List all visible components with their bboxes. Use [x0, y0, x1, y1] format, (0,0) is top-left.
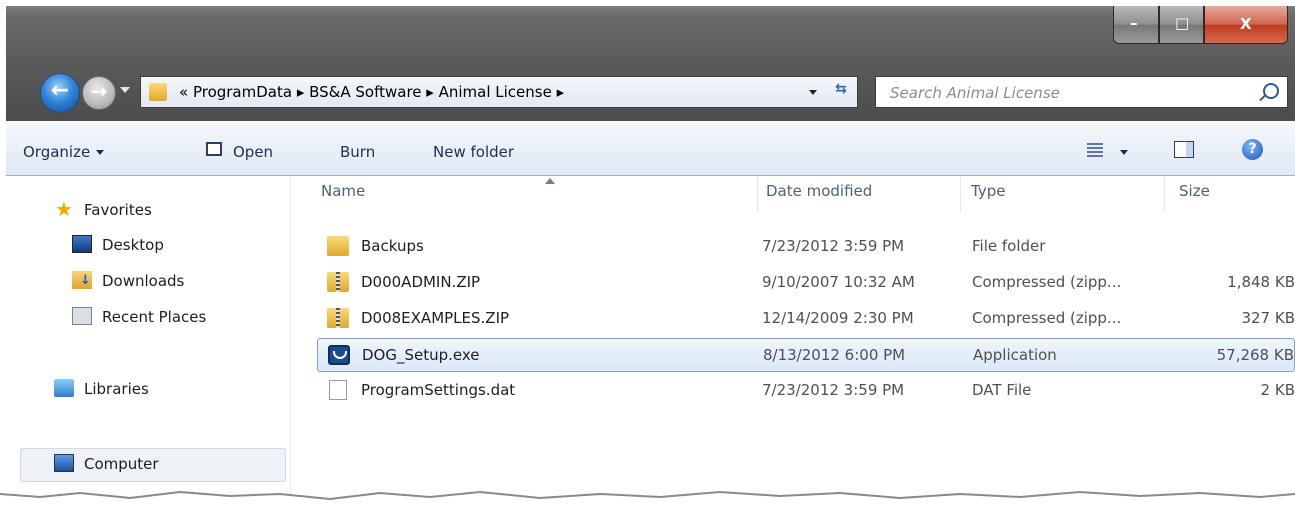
organize-button[interactable]: Organize — [23, 143, 105, 161]
address-bar[interactable]: « ProgramData ▸ BS&A Software ▸ Animal L… — [140, 76, 858, 108]
title-bar: – □ X ← → « ProgramData ▸ BS&A Software … — [6, 6, 1295, 121]
forward-button[interactable]: → — [82, 76, 116, 110]
search-input[interactable]: Search Animal License — [890, 84, 1060, 102]
file-date: 7/23/2012 3:59 PM — [762, 381, 905, 399]
sidebar-item-label: Libraries — [84, 380, 149, 398]
file-row-d008examples[interactable]: D008EXAMPLES.ZIP 12/14/2009 2:30 PM Comp… — [317, 302, 1295, 336]
file-name: DOG_Setup.exe — [362, 346, 480, 364]
recent-pages-dropdown-icon[interactable] — [120, 87, 130, 93]
sort-ascending-icon — [545, 178, 555, 184]
maximize-icon: □ — [1175, 14, 1190, 32]
burn-button[interactable]: Burn — [340, 143, 375, 161]
column-header-date-modified[interactable]: Date modified — [766, 182, 872, 212]
column-divider[interactable] — [960, 176, 961, 212]
back-arrow-icon: ← — [50, 78, 70, 103]
sidebar-item-label: Favorites — [84, 201, 152, 219]
file-row-dog-setup[interactable]: DOG_Setup.exe 8/13/2012 6:00 PM Applicat… — [317, 338, 1295, 372]
refresh-icon[interactable]: ⇆ — [829, 81, 853, 103]
organize-label: Organize — [23, 143, 91, 161]
file-size: 57,268 KB — [1216, 346, 1294, 364]
zip-folder-icon — [327, 272, 349, 292]
file-date: 12/14/2009 2:30 PM — [762, 309, 914, 327]
back-button[interactable]: ← — [40, 73, 80, 113]
file-date: 8/13/2012 6:00 PM — [763, 346, 906, 364]
recent-places-icon — [72, 307, 92, 325]
minimize-icon: – — [1130, 14, 1138, 32]
computer-icon — [54, 454, 74, 472]
file-date: 9/10/2007 10:32 AM — [762, 273, 915, 291]
file-name: Backups — [361, 237, 424, 255]
help-icon[interactable]: ? — [1242, 139, 1263, 160]
views-icon[interactable] — [1087, 143, 1103, 157]
close-button[interactable]: X — [1204, 6, 1288, 44]
column-divider[interactable] — [757, 176, 758, 212]
file-type: Application — [973, 346, 1057, 364]
file-size: 1,848 KB — [1227, 273, 1295, 291]
preview-pane-icon[interactable] — [1174, 141, 1194, 158]
desktop-icon — [72, 235, 92, 253]
file-row-programsettings[interactable]: ProgramSettings.dat 7/23/2012 3:59 PM DA… — [317, 374, 1295, 408]
minimize-button[interactable]: – — [1113, 6, 1159, 44]
file-size: 2 KB — [1260, 381, 1295, 399]
chevron-down-icon — [96, 150, 105, 155]
folder-icon — [327, 236, 349, 256]
file-name: D000ADMIN.ZIP — [361, 273, 481, 291]
file-name: D008EXAMPLES.ZIP — [361, 309, 510, 327]
file-type: Compressed (zipp... — [972, 309, 1122, 327]
zip-folder-icon — [327, 308, 349, 328]
star-icon: ★ — [55, 197, 73, 221]
folder-icon — [149, 83, 167, 101]
file-date: 7/23/2012 3:59 PM — [762, 237, 905, 255]
breadcrumb[interactable]: « ProgramData ▸ BS&A Software ▸ Animal L… — [179, 83, 564, 101]
column-header-type[interactable]: Type — [971, 182, 1005, 212]
forward-arrow-icon: → — [90, 79, 108, 103]
file-icon — [329, 380, 347, 400]
file-size: 327 KB — [1241, 309, 1295, 327]
search-box[interactable]: Search Animal License — [875, 76, 1288, 108]
file-name: ProgramSettings.dat — [361, 381, 516, 399]
maximize-button[interactable]: □ — [1159, 6, 1204, 44]
libraries-icon — [54, 379, 74, 397]
sidebar-item-label: Downloads — [102, 272, 185, 290]
column-header-name[interactable]: Name — [321, 182, 365, 212]
file-list: Name Date modified Type Size Backups 7/2… — [291, 176, 1295, 512]
file-type: Compressed (zipp... — [972, 273, 1122, 291]
explorer-window: – □ X ← → « ProgramData ▸ BS&A Software … — [6, 6, 1295, 512]
file-type: File folder — [972, 237, 1046, 255]
views-dropdown-icon[interactable] — [1120, 150, 1128, 155]
command-bar: Organize Open Burn New folder ? — [6, 121, 1295, 176]
sidebar-item-label: Computer — [84, 455, 159, 473]
file-row-backups[interactable]: Backups 7/23/2012 3:59 PM File folder — [317, 230, 1295, 264]
open-button[interactable]: Open — [233, 143, 273, 161]
column-header-size[interactable]: Size — [1179, 182, 1210, 212]
navigation-pane: ★ Favorites Desktop Downloads Recent Pla… — [6, 176, 291, 512]
new-folder-button[interactable]: New folder — [433, 143, 514, 161]
sidebar-item-label: Desktop — [102, 236, 164, 254]
address-dropdown-icon[interactable] — [809, 90, 817, 95]
open-icon — [206, 142, 222, 156]
torn-edge-decoration — [0, 490, 1295, 512]
search-icon[interactable] — [1263, 83, 1279, 99]
close-icon: X — [1240, 15, 1252, 33]
sidebar-item-label: Recent Places — [102, 308, 207, 326]
file-row-d000admin[interactable]: D000ADMIN.ZIP 9/10/2007 10:32 AM Compres… — [317, 266, 1295, 300]
downloads-icon — [72, 271, 92, 289]
file-type: DAT File — [972, 381, 1032, 399]
application-icon — [328, 345, 350, 365]
column-divider[interactable] — [1164, 176, 1165, 212]
